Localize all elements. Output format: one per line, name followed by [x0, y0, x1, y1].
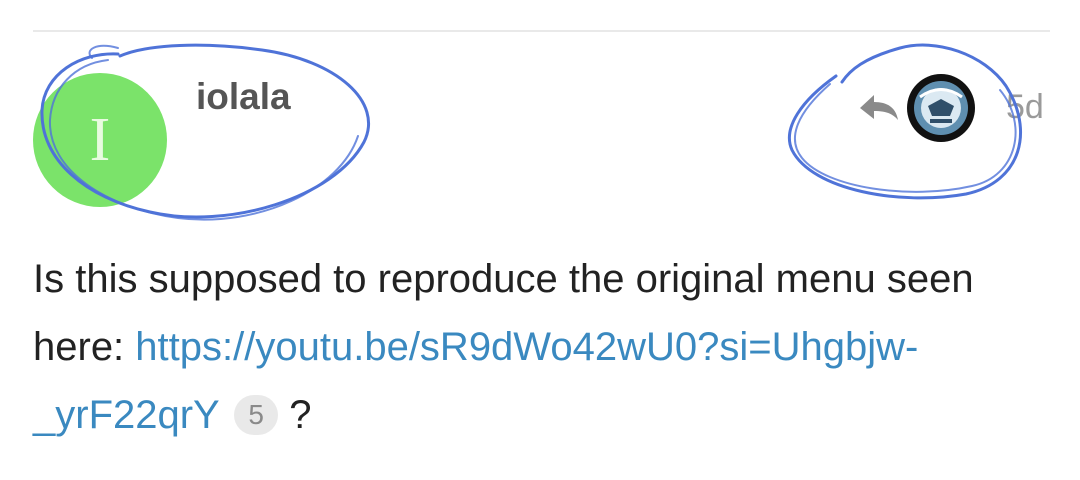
username[interactable]: iolala: [196, 76, 291, 118]
post-body: Is this supposed to reproduce the origin…: [33, 245, 1043, 449]
user-avatar[interactable]: I: [33, 73, 167, 207]
youtube-link[interactable]: https://youtu.be/sR9dWo42wU0?si=Uhgbjw-_…: [33, 325, 918, 437]
post-divider: [33, 30, 1050, 32]
reply-arrow-icon[interactable]: [858, 88, 900, 126]
post-text-end: ?: [278, 393, 312, 437]
post-date[interactable]: 5d: [1006, 88, 1044, 127]
avatar-letter: I: [89, 106, 111, 174]
link-click-count-badge: 5: [234, 395, 279, 435]
reply-to-user-avatar[interactable]: [906, 73, 976, 143]
